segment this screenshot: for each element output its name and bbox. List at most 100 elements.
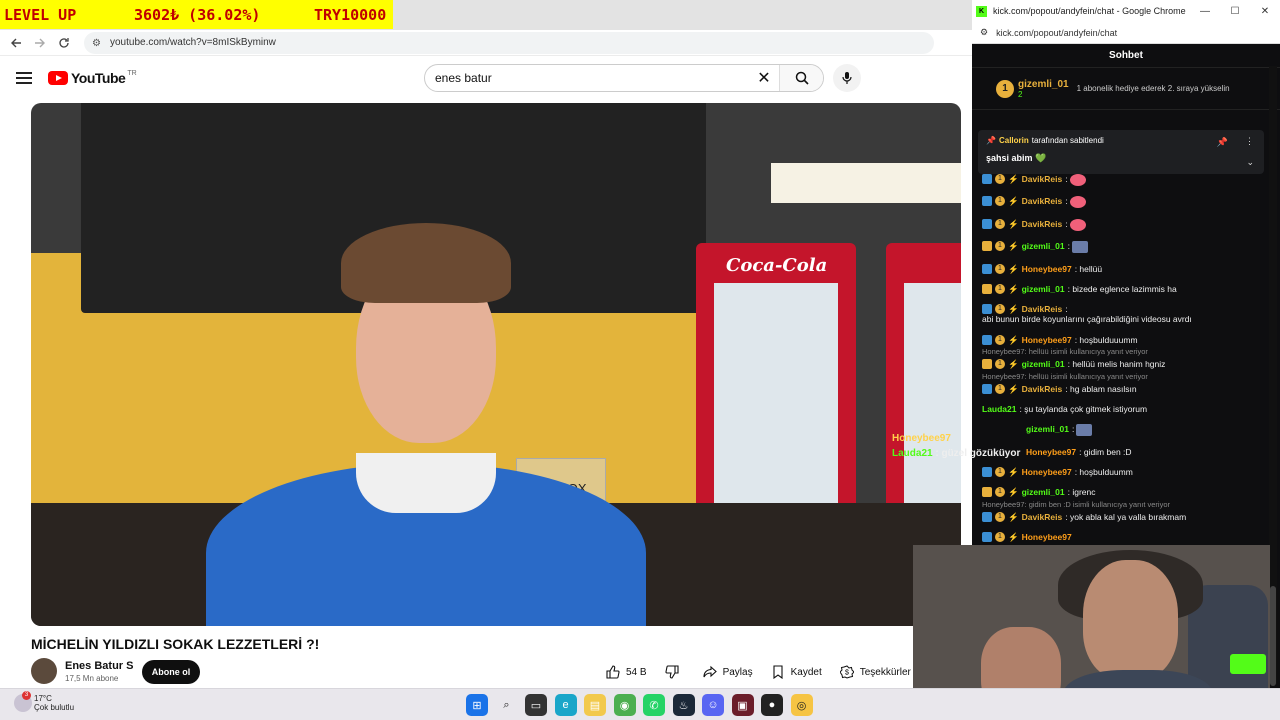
ticker-label: LEVEL UP xyxy=(4,5,77,24)
taskbar-apps: ⊞ ⌕ ▭ e ▤ ◉ ✆ ♨ ☺ ▣ ● ◎ xyxy=(466,694,820,716)
thanks-button[interactable]: $ Teşekkürler xyxy=(839,660,911,684)
task-view-icon[interactable]: ▭ xyxy=(525,694,547,716)
notification-badge: 3 xyxy=(22,691,31,700)
minimize-icon[interactable]: — xyxy=(1190,6,1220,17)
chat-message[interactable]: 1 ⚡ gizemli_01: igrenc xyxy=(982,487,1272,498)
microphone-icon[interactable] xyxy=(833,64,861,92)
chat-message[interactable]: 1 ⚡ Honeybee97: hellüü xyxy=(982,263,1272,274)
thumbs-down-icon xyxy=(665,665,679,679)
site-settings-icon[interactable]: ⚙ xyxy=(980,27,988,38)
pinned-text: şahsi abim 💚 xyxy=(986,153,1047,163)
save-button[interactable]: Kaydet xyxy=(771,660,822,684)
maximize-icon[interactable]: ☐ xyxy=(1220,6,1250,17)
vmix-icon[interactable]: ▣ xyxy=(731,694,754,716)
more-options-icon[interactable]: ⋮ xyxy=(1245,136,1254,147)
edge-icon[interactable]: e xyxy=(554,694,577,716)
chat-window-titlebar[interactable]: K kick.com/popout/andyfein/chat - Google… xyxy=(972,0,1280,22)
like-count: 54 B xyxy=(626,666,647,678)
dislike-button[interactable] xyxy=(665,660,685,684)
country-code: TR xyxy=(127,69,137,77)
video-scene-fridge-2 xyxy=(886,243,961,543)
chat-message-list: 1 ⚡ DavikReis: 1 ⚡ DavikReis: 1 ⚡ DavikReis: 1… xyxy=(982,174,1272,553)
chat-url-bar[interactable]: ⚙ kick.com/popout/andyfein/chat xyxy=(972,22,1280,44)
chat-message[interactable]: 1 ⚡ gizemli_01: hellüü melis hanim hgniz xyxy=(982,359,1272,370)
media-app-icon[interactable]: ● xyxy=(761,694,783,716)
chat-message[interactable]: Honeybee97: gidim ben :D xyxy=(982,447,1272,457)
emote-icon xyxy=(1069,174,1086,186)
search-bar: enes batur ✕ xyxy=(424,64,824,92)
channel-avatar[interactable] xyxy=(31,658,57,684)
back-arrow-icon[interactable] xyxy=(4,31,28,55)
site-settings-icon[interactable]: ⚙ xyxy=(92,38,102,49)
clear-search-icon[interactable]: ✕ xyxy=(749,68,779,88)
video-title: MİCHELİN YILDIZLI SOKAK LEZZETLERİ ?! xyxy=(31,636,320,652)
chat-message[interactable]: Lauda21: şu taylanda çok gitmek istiyoru… xyxy=(982,404,1272,414)
chat-message[interactable]: gizemli_01: xyxy=(982,424,1272,437)
reply-indicator: Honeybee97: hellüü isimli kullanıcıya ya… xyxy=(982,371,1148,381)
like-button[interactable]: 54 B xyxy=(606,660,647,684)
whatsapp-icon[interactable]: ✆ xyxy=(643,694,665,716)
overlay-chat-text: Honeybee97 Lauda21 : güzel gözüküyor xyxy=(892,433,1020,459)
ticker-value: 3602₺ (36.02%) xyxy=(134,5,261,24)
chrome-icon[interactable]: ◉ xyxy=(613,694,636,716)
chat-message[interactable]: 1 ⚡ DavikReis: xyxy=(982,174,1272,186)
svg-text:$: $ xyxy=(845,670,849,677)
gift-count: 2 xyxy=(1018,89,1023,99)
forward-arrow-icon[interactable] xyxy=(28,31,52,55)
chat-send-button[interactable] xyxy=(1230,654,1266,674)
chat-message[interactable]: 1 ⚡ Honeybee97: hoşbulduuumm xyxy=(982,334,1272,345)
chat-message[interactable]: 1 ⚡ Honeybee97 xyxy=(982,532,1272,543)
youtube-logo[interactable]: YouTube TR xyxy=(48,70,137,86)
video-scene-fridge: Coca-Cola xyxy=(696,243,856,543)
chat-message[interactable]: 1 ⚡ Honeybee97: hoşbulduumm xyxy=(982,467,1272,478)
chat-message[interactable]: 1 ⚡ gizemli_01: xyxy=(982,241,1272,254)
unpin-icon[interactable]: 📌 xyxy=(1217,137,1228,148)
cloud-icon: 3 xyxy=(14,691,32,712)
file-explorer-icon[interactable]: ▤ xyxy=(584,694,606,716)
thumbs-up-icon xyxy=(606,665,620,679)
chat-message[interactable]: 1 ⚡ DavikReis: xyxy=(982,218,1272,231)
youtube-wordmark: YouTube xyxy=(71,70,126,86)
youtube-header: YouTube TR enes batur ✕ xyxy=(0,56,972,100)
emote-icon xyxy=(1069,196,1086,209)
chat-message[interactable]: 1 ⚡ gizemli_01: bizede eglence lazimmis ha xyxy=(982,283,1272,294)
menu-icon[interactable] xyxy=(16,72,32,84)
channel-name[interactable]: Enes Batur S xyxy=(65,660,133,672)
reload-icon[interactable] xyxy=(52,31,76,55)
video-player[interactable]: Coca-Cola TIP BOX xyxy=(31,103,961,626)
youtube-play-icon xyxy=(48,71,68,85)
search-input[interactable]: enes batur xyxy=(425,71,749,85)
chat-scrollbar[interactable] xyxy=(1269,66,1277,686)
subscribe-button[interactable]: Abone ol xyxy=(142,660,200,684)
bookmark-icon xyxy=(771,665,785,679)
video-scene-host xyxy=(206,223,646,626)
weather-widget[interactable]: 3 17°C Çok bulutlu xyxy=(14,691,75,712)
gift-leaderboard[interactable]: 1 gizemli_01 2 1 abonelik hediye ederek … xyxy=(972,68,1280,110)
chat-message[interactable]: 1 ⚡ DavikReis: xyxy=(982,196,1272,209)
search-icon xyxy=(795,71,809,85)
chat-message[interactable]: 1 ⚡ DavikReis: abi bunun birde koyunlarını… xyxy=(982,304,1272,324)
weather-condition: Çok bulutlu xyxy=(34,703,75,712)
share-button[interactable]: Paylaş xyxy=(703,660,753,684)
emote-icon xyxy=(1069,218,1086,231)
close-window-icon[interactable]: ✕ xyxy=(1250,6,1280,17)
emote-icon xyxy=(1076,424,1093,437)
video-scene-lights xyxy=(771,163,961,203)
url-field[interactable]: ⚙ youtube.com/watch?v=8mISkByminw xyxy=(84,31,934,54)
steam-icon[interactable]: ♨ xyxy=(672,694,695,716)
rank-badge: 1 xyxy=(996,79,1014,98)
app-icon[interactable]: ◎ xyxy=(790,694,813,716)
share-label: Paylaş xyxy=(722,666,753,678)
pinned-message[interactable]: 📌 Callorin tarafından sabitlendi şahsi a… xyxy=(978,130,1264,174)
chat-message[interactable]: 1 ⚡ DavikReis: hg ablam nasılsın xyxy=(982,383,1272,394)
chat-message[interactable]: 1 ⚡ DavikReis: yok abla kal ya valla bırak… xyxy=(982,511,1272,522)
discord-icon[interactable]: ☺ xyxy=(702,694,724,716)
chevron-down-icon[interactable]: ⌄ xyxy=(1246,157,1254,168)
overlay-user-1: Honeybee97 xyxy=(892,433,951,444)
share-icon xyxy=(703,665,717,679)
save-label: Kaydet xyxy=(790,666,822,678)
search-icon[interactable]: ⌕ xyxy=(496,694,518,716)
search-button[interactable] xyxy=(779,65,823,91)
chat-url-text: kick.com/popout/andyfein/chat xyxy=(996,27,1118,38)
start-menu-icon[interactable]: ⊞ xyxy=(466,694,488,716)
